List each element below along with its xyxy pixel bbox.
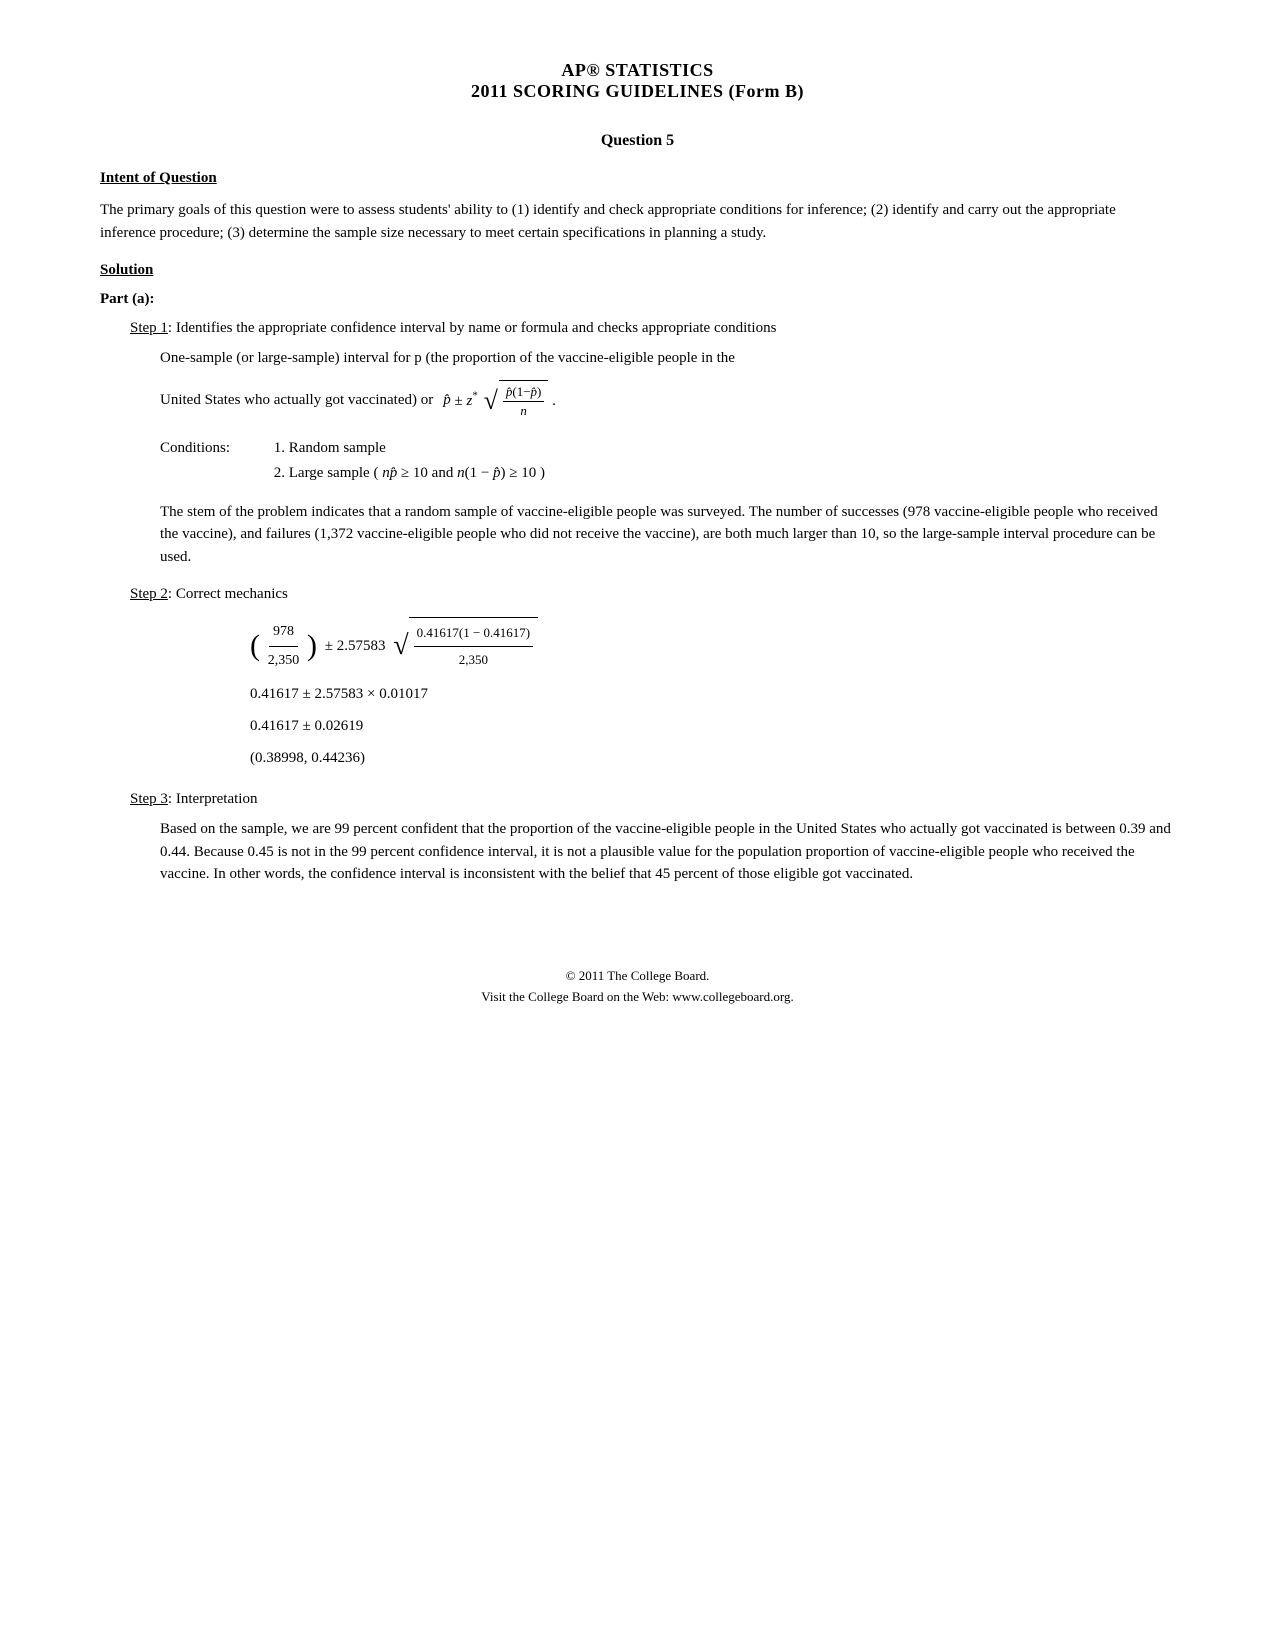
condition2: 2. Large sample ( np̂ ≥ 10 and n(1 − p̂)… (274, 465, 545, 481)
step3-header: Step 3: Interpretation (130, 791, 1175, 808)
step1-conditions: Conditions: 1. Random sample 2. Large sa… (160, 436, 1175, 487)
step2-container: Step 2: Correct mechanics ( 978 2,350 ) … (130, 586, 1175, 773)
step2-desc: : Correct mechanics (168, 586, 288, 603)
header-line2: 2011 SCORING GUIDELINES (Form B) (100, 81, 1175, 102)
page-header: AP® STATISTICS 2011 SCORING GUIDELINES (… (100, 60, 1175, 102)
condition1: 1. Random sample (274, 440, 386, 456)
step3-container: Step 3: Interpretation Based on the samp… (130, 791, 1175, 886)
step2-line0: ( 978 2,350 ) ± 2.57583 √ 0.41617(1 − 0.… (250, 617, 1175, 675)
step2-header: Step 2: Correct mechanics (130, 586, 1175, 603)
header-line1: AP® STATISTICS (100, 60, 1175, 81)
step2-math: ( 978 2,350 ) ± 2.57583 √ 0.41617(1 − 0.… (250, 617, 1175, 773)
step1-formula-line2: United States who actually got vaccinate… (160, 380, 1175, 422)
footer-line2: Visit the College Board on the Web: www.… (100, 987, 1175, 1008)
intent-heading: Intent of Question (100, 170, 1175, 187)
solution-heading: Solution (100, 262, 1175, 279)
part-a-heading: Part (a): (100, 291, 1175, 308)
step1-label: Step 1 (130, 320, 168, 337)
intent-body: The primary goals of this question were … (100, 199, 1175, 244)
step3-body: Based on the sample, we are 99 percent c… (160, 818, 1175, 886)
page-footer: © 2011 The College Board. Visit the Coll… (100, 966, 1175, 1008)
step1-body: The stem of the problem indicates that a… (160, 501, 1175, 569)
step3-label: Step 3 (130, 791, 168, 808)
step1-container: Step 1: Identifies the appropriate confi… (130, 320, 1175, 568)
question-title: Question 5 (100, 132, 1175, 150)
step2-label: Step 2 (130, 586, 168, 603)
step1-header: Step 1: Identifies the appropriate confi… (130, 320, 1175, 337)
footer-line1: © 2011 The College Board. (100, 966, 1175, 987)
step1-formula-intro: One-sample (or large-sample) interval fo… (160, 347, 1175, 370)
step2-line2: 0.41617 ± 0.02619 (250, 711, 1175, 741)
step1-desc: : Identifies the appropriate confidence … (168, 320, 777, 337)
step2-line3: (0.38998, 0.44236) (250, 743, 1175, 773)
conditions-list: 1. Random sample 2. Large sample ( np̂ ≥… (274, 436, 545, 487)
step3-desc: : Interpretation (168, 791, 258, 808)
conditions-label: Conditions: (160, 436, 270, 462)
step2-line1: 0.41617 ± 2.57583 × 0.01017 (250, 679, 1175, 709)
